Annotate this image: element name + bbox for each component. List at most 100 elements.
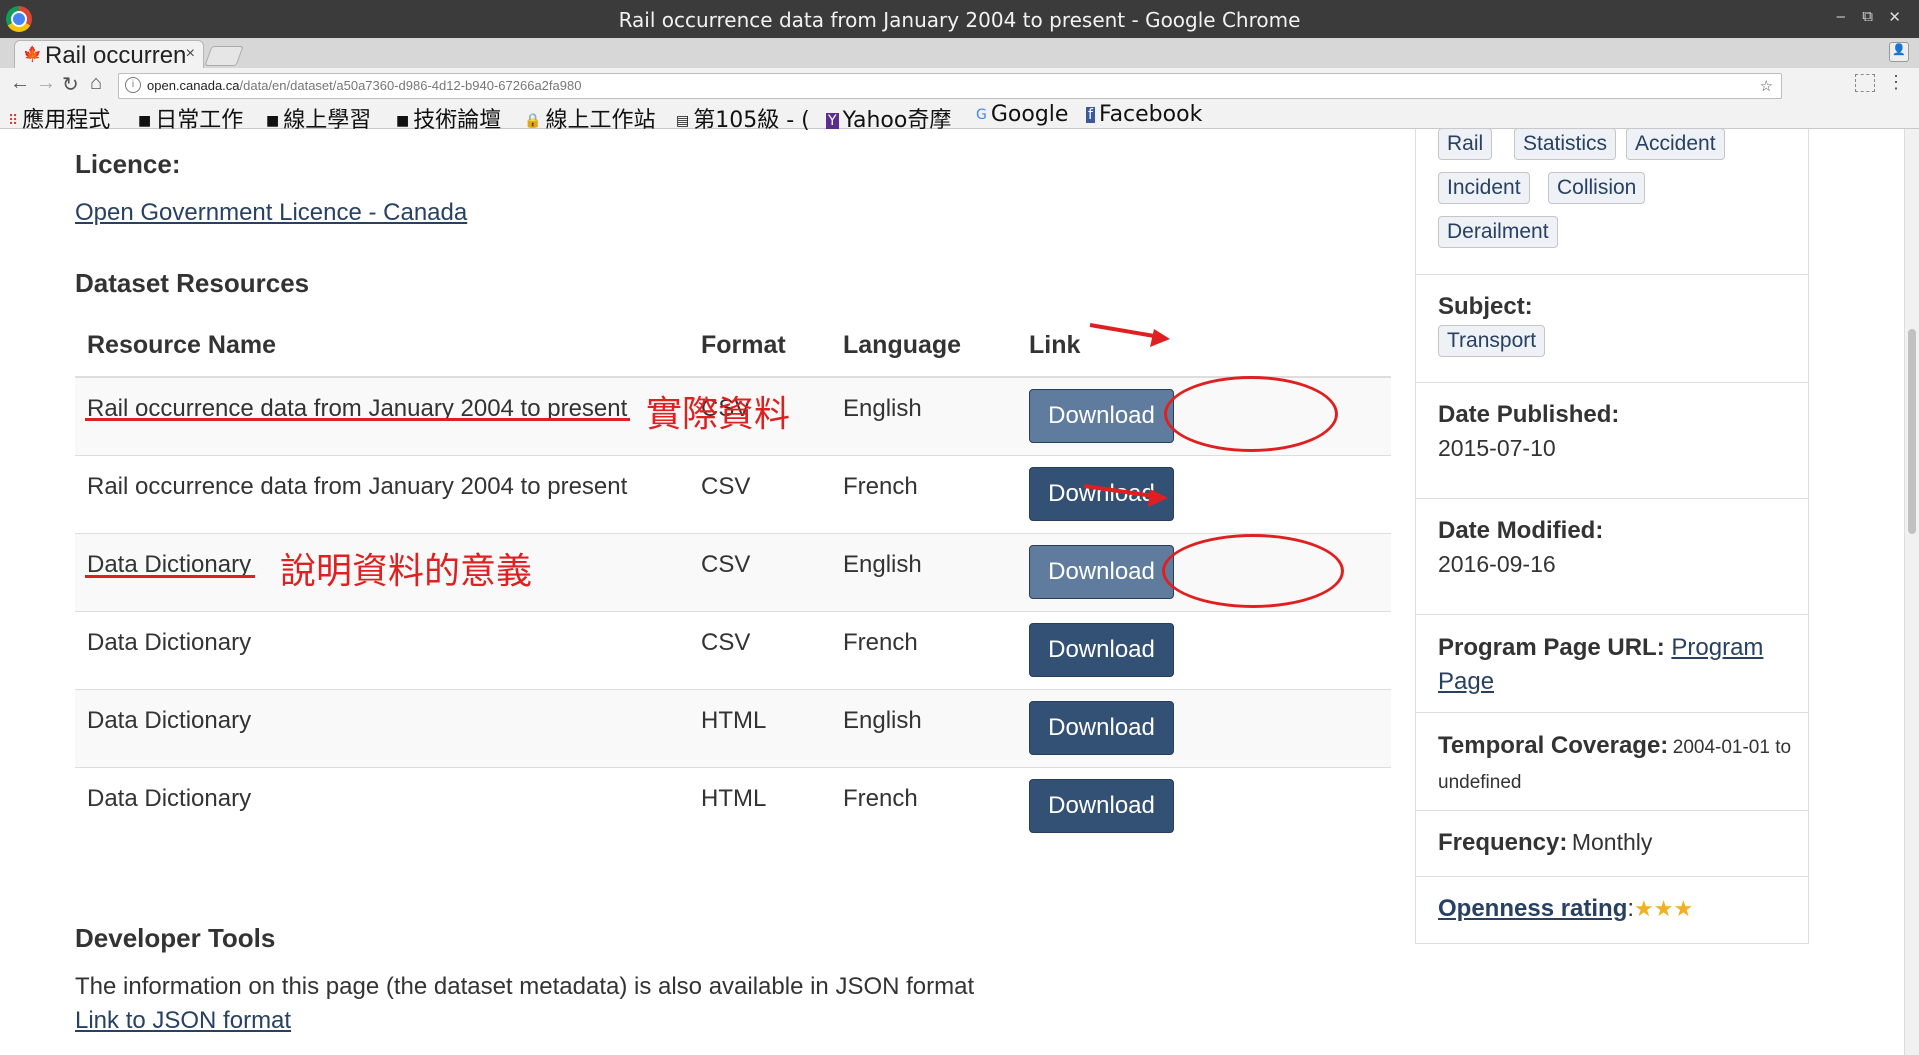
date-published-value: 2015-07-10 xyxy=(1438,435,1556,461)
json-format-link[interactable]: Link to JSON format xyxy=(75,1007,291,1035)
tab-close-icon[interactable]: × xyxy=(186,45,195,63)
resource-name: Data Dictionary xyxy=(75,610,689,689)
page-content: Licence: Open Government Licence - Canad… xyxy=(0,129,1905,1055)
resource-language: English xyxy=(831,688,1017,767)
developer-tools-text: The information on this page (the datase… xyxy=(75,973,975,1000)
resource-language: French xyxy=(831,766,1017,845)
resource-name: Rail occurrence data from January 2004 t… xyxy=(75,376,689,455)
download-button[interactable]: Download xyxy=(1029,700,1174,755)
frequency-line: Frequency: Monthly xyxy=(1438,829,1652,857)
annotation-underline xyxy=(85,575,255,578)
frequency-section: Frequency: Monthly xyxy=(1416,810,1808,877)
resource-format: CSV xyxy=(689,610,831,689)
lock-icon: 🔒 xyxy=(524,113,542,129)
profile-icon[interactable]: 👤 xyxy=(1889,42,1909,62)
date-modified-label: Date Modified: xyxy=(1438,517,1604,544)
keywords-section: Rail Statistics Accident Incident Collis… xyxy=(1416,129,1808,274)
star-rating-icon: ★★★ xyxy=(1634,896,1694,921)
keyword-tag[interactable]: Incident xyxy=(1438,172,1530,204)
apps-grid-icon: ⠿ xyxy=(8,113,19,129)
licence-link[interactable]: Open Government Licence - Canada xyxy=(75,199,467,227)
home-icon[interactable]: ⌂ xyxy=(90,72,102,95)
date-published-section: Date Published: 2015-07-10 xyxy=(1416,382,1808,499)
new-tab-button[interactable] xyxy=(204,46,244,66)
openness-rating-link[interactable]: Openness rating xyxy=(1438,895,1627,922)
yahoo-icon: Y xyxy=(826,113,839,129)
folder-icon: ■ xyxy=(266,113,280,129)
column-header-link: Link xyxy=(1017,315,1391,378)
keyword-tag[interactable]: Derailment xyxy=(1438,216,1558,248)
download-button[interactable]: Download xyxy=(1029,389,1174,443)
folder-icon: ■ xyxy=(138,113,152,129)
subject-section: Subject: Transport xyxy=(1416,274,1808,383)
openness-section: Openness rating:★★★ xyxy=(1416,876,1808,944)
bookmark-facebook[interactable]: f Facebook xyxy=(1086,102,1202,127)
frequency-value: Monthly xyxy=(1571,829,1653,855)
bookmarks-bar: ⠿ 應用程式 ■ 日常工作 ■ 線上學習 ■ 技術論壇 🔒 線上工作站 ▤ 第105級 - … xyxy=(0,102,1919,133)
tab-label: Rail occurrence xyxy=(45,42,185,69)
chrome-menu-icon[interactable]: ⋮ xyxy=(1887,72,1905,93)
site-info-icon[interactable]: i xyxy=(125,77,141,93)
date-published-label: Date Published: xyxy=(1438,401,1620,428)
bookmark-google[interactable]: G Google xyxy=(976,102,1068,127)
table-row: Rail occurrence data from January 2004 t… xyxy=(75,454,1391,533)
browser-toolbar: ← → ↻ ⌂ i open.canada.ca/data/en/dataset… xyxy=(0,68,1919,102)
url-text: open.canada.ca/data/en/dataset/a50a7360-… xyxy=(147,78,582,93)
openness-line: Openness rating:★★★ xyxy=(1438,895,1693,923)
close-window-icon[interactable]: ✕ xyxy=(1888,8,1901,26)
annotation-actual-data: 實際資料 xyxy=(646,394,791,435)
window-title: Rail occurrence data from January 2004 t… xyxy=(618,8,1301,32)
program-page-section: Program Page URL: Program Page xyxy=(1416,614,1808,713)
facebook-icon: f xyxy=(1086,107,1095,123)
annotation-circle xyxy=(1162,534,1344,608)
resource-name: Rail occurrence data from January 2004 t… xyxy=(75,454,689,533)
page-icon: ▤ xyxy=(676,113,690,129)
resource-language: French xyxy=(831,610,1017,689)
frequency-label: Frequency: xyxy=(1438,829,1568,856)
annotation-arrows xyxy=(1083,323,1170,507)
resource-format: CSV xyxy=(689,454,831,533)
developer-tools-heading: Developer Tools xyxy=(75,923,276,953)
date-modified-value: 2016-09-16 xyxy=(1438,551,1556,577)
bookmark-star-icon[interactable]: ☆ xyxy=(1760,77,1773,95)
date-modified-section: Date Modified: 2016-09-16 xyxy=(1416,498,1808,615)
resource-name: Data Dictionary xyxy=(75,688,689,767)
resource-format: HTML xyxy=(689,766,831,845)
annotation-underline xyxy=(85,418,630,421)
table-row: Data Dictionary HTML English Download xyxy=(75,688,1391,767)
forward-icon[interactable]: → xyxy=(36,72,56,95)
column-header-resource-name: Resource Name xyxy=(75,315,689,378)
back-icon[interactable]: ← xyxy=(10,72,30,95)
annotation-circle xyxy=(1164,376,1338,452)
reload-icon[interactable]: ↻ xyxy=(62,72,79,97)
page-scrollbar[interactable] xyxy=(1904,129,1919,1055)
column-header-language: Language xyxy=(831,315,1017,378)
subject-label: Subject: xyxy=(1438,293,1533,320)
resource-format: CSV xyxy=(689,532,831,611)
keyword-tag[interactable]: Statistics xyxy=(1514,129,1617,160)
keyword-tag[interactable]: Accident xyxy=(1626,129,1725,160)
keyword-tag[interactable]: Collision xyxy=(1548,172,1646,204)
subject-tag[interactable]: Transport xyxy=(1438,325,1546,357)
metadata-sidebar: Rail Statistics Accident Incident Collis… xyxy=(1415,129,1809,944)
maple-leaf-icon: 🍁 xyxy=(23,46,42,63)
tab-active[interactable]: 🍁 Rail occurrence × xyxy=(14,40,204,69)
keyword-tag[interactable]: Rail xyxy=(1438,129,1493,160)
annotation-dictionary-note: 說明資料的意義 xyxy=(280,551,533,592)
temporal-coverage-label: Temporal Coverage: xyxy=(1438,732,1669,759)
window-titlebar: Rail occurrence data from January 2004 t… xyxy=(0,0,1919,38)
address-bar[interactable]: i open.canada.ca/data/en/dataset/a50a736… xyxy=(118,73,1782,99)
resource-language: English xyxy=(831,376,1017,455)
table-row: Data Dictionary CSV French Download xyxy=(75,610,1391,689)
program-page-line: Program Page URL: Program Page xyxy=(1438,631,1798,699)
licence-heading: Licence: xyxy=(75,149,181,179)
scrollbar-thumb[interactable] xyxy=(1908,329,1916,534)
download-button[interactable]: Download xyxy=(1029,778,1174,833)
program-page-label: Program Page URL: xyxy=(1438,634,1665,661)
minimize-icon[interactable]: – xyxy=(1837,8,1845,25)
table-row: Data Dictionary HTML French Download xyxy=(75,766,1391,845)
restore-icon[interactable]: ⧉ xyxy=(1862,8,1873,25)
extension-icon[interactable] xyxy=(1855,74,1875,92)
resource-language: English xyxy=(831,532,1017,611)
resource-language: French xyxy=(831,454,1017,533)
